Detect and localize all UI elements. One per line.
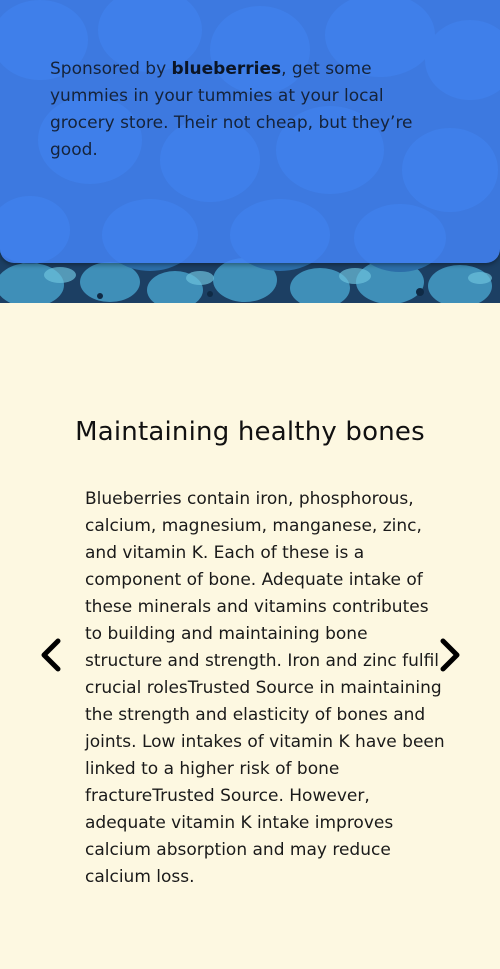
benefits-carousel: Maintaining healthy bones Blueberries co…	[0, 303, 500, 969]
sponsor-card: Sponsored by blueberries, get some yummi…	[0, 0, 500, 263]
carousel-prev-button[interactable]	[36, 637, 66, 673]
sponsor-brand: blueberries	[171, 59, 282, 79]
chevron-left-icon	[41, 638, 61, 672]
sponsor-message: Sponsored by blueberries, get some yummi…	[50, 56, 430, 164]
slide-title: Maintaining healthy bones	[75, 417, 425, 447]
sponsor-prefix: Sponsored by	[50, 59, 172, 79]
chevron-right-icon	[440, 638, 460, 672]
slide-body: Blueberries contain iron, phosphorous, c…	[85, 489, 445, 887]
sponsor-hero: Sponsored by blueberries, get some yummi…	[0, 0, 500, 303]
carousel-next-button[interactable]	[435, 637, 465, 673]
